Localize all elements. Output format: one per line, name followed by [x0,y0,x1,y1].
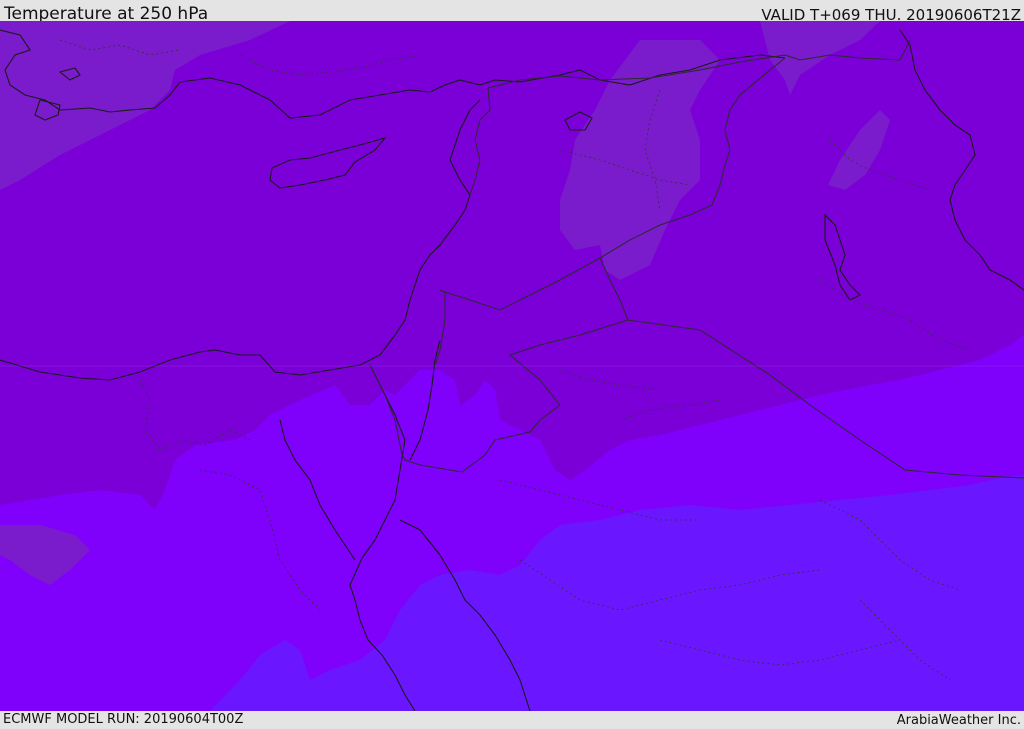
footer-bar: ECMWF MODEL RUN: 20190604T00Z ArabiaWeat… [0,711,1024,729]
map-canvas [0,21,1024,711]
header-bar: Temperature at 250 hPa VALID T+069 THU. … [0,0,1024,24]
credit: ArabiaWeather Inc. [896,713,1021,728]
model-run: ECMWF MODEL RUN: 20190604T00Z [3,712,244,727]
temperature-map [0,21,1024,711]
map-frame: Temperature at 250 hPa VALID T+069 THU. … [0,0,1024,729]
